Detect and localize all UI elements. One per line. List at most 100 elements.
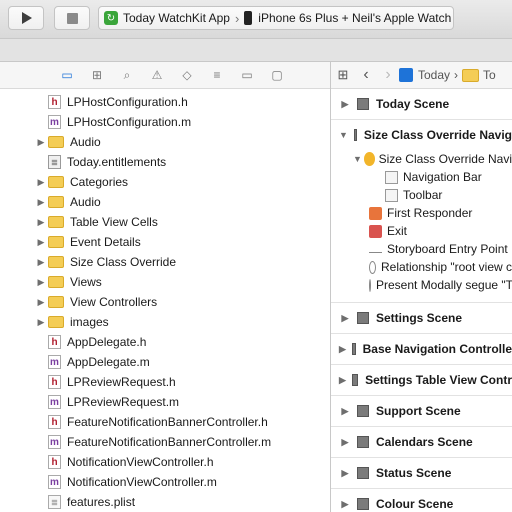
disclosure-triangle-icon[interactable]: ▶	[34, 237, 48, 248]
file-row[interactable]: h LPHostConfiguration.h	[0, 92, 330, 112]
file-row[interactable]: ▶ Views	[0, 272, 330, 292]
file-row[interactable]: ▶ Audio	[0, 132, 330, 152]
file-row[interactable]: h FeatureNotificationBannerController.h	[0, 412, 330, 432]
folder-icon	[48, 196, 64, 208]
scene-row[interactable]: ▶ Support Scene	[331, 396, 512, 427]
disclosure-open-icon[interactable]: ▼	[339, 130, 348, 140]
outline-item[interactable]: Navigation Bar	[331, 168, 512, 186]
file-row[interactable]: m FeatureNotificationBannerController.m	[0, 432, 330, 452]
folder-icon	[48, 236, 64, 248]
disclosure-open-icon[interactable]: ▼	[353, 154, 364, 164]
scene-icon	[357, 98, 369, 110]
file-row[interactable]: m LPHostConfiguration.m	[0, 112, 330, 132]
file-name: Views	[70, 275, 102, 289]
outline-item[interactable]: Exit	[331, 222, 512, 240]
disclosure-triangle-icon[interactable]: ▶	[34, 217, 48, 228]
outline-item-name: Relationship "root view c	[381, 260, 512, 274]
run-button[interactable]	[8, 6, 44, 30]
file-row[interactable]: h AppDelegate.h	[0, 332, 330, 352]
disclosure-triangle-icon[interactable]: ▶	[339, 344, 346, 355]
file-name: LPReviewRequest.h	[67, 375, 176, 389]
disclosure-triangle-icon[interactable]: ▶	[339, 468, 351, 479]
disclosure-triangle-icon[interactable]: ▶	[34, 197, 48, 208]
outline-item-name: Present Modally segue "T	[376, 278, 512, 292]
scene-name: Calendars Scene	[376, 435, 473, 449]
disclosure-triangle-icon[interactable]: ▶	[339, 437, 351, 448]
outline-item-name: Exit	[387, 224, 408, 238]
disclosure-triangle-icon[interactable]: ▶	[34, 137, 48, 148]
file-row[interactable]: ≣ features.plist	[0, 492, 330, 512]
outline-item[interactable]: Toolbar	[331, 186, 512, 204]
scene-row[interactable]: ▶ Calendars Scene	[331, 427, 512, 458]
scene-row[interactable]: ▼ Size Class Override Navig	[331, 120, 512, 150]
file-row[interactable]: ▶ View Controllers	[0, 292, 330, 312]
back-arrow-icon[interactable]: ‹	[355, 66, 377, 84]
breadcrumb-next[interactable]: To	[483, 68, 496, 82]
scheme-selector[interactable]: ↻ Today WatchKit App › iPhone 6s Plus + …	[98, 6, 454, 30]
breadcrumb-project[interactable]: Today	[418, 68, 450, 82]
entitlements-file-icon: ≣	[48, 155, 61, 169]
scene-row[interactable]: ▶ Colour Scene	[331, 489, 512, 512]
file-row[interactable]: ▶ Size Class Override	[0, 252, 330, 272]
scene-row[interactable]: ▶ Status Scene	[331, 458, 512, 489]
scene-name: Status Scene	[376, 466, 452, 480]
outline-item[interactable]: Storyboard Entry Point	[331, 240, 512, 258]
disclosure-triangle-icon[interactable]: ▶	[339, 406, 351, 417]
file-row[interactable]: ≣ Today.entitlements	[0, 152, 330, 172]
file-name: LPHostConfiguration.h	[67, 95, 188, 109]
disclosure-triangle-icon[interactable]: ▶	[34, 257, 48, 268]
file-row[interactable]: h LPReviewRequest.h	[0, 372, 330, 392]
controller-name: Size Class Override Navi	[378, 152, 512, 166]
outline-item[interactable]: First Responder	[331, 204, 512, 222]
scene-row[interactable]: ▶ Settings Table View Contr	[331, 365, 512, 396]
disclosure-triangle-icon[interactable]: ▶	[34, 297, 48, 308]
test-icon[interactable]: ◇	[172, 68, 202, 82]
file-row[interactable]: ▶ Categories	[0, 172, 330, 192]
controller-row[interactable]: ▼ Size Class Override Navi	[331, 150, 512, 168]
scene-row[interactable]: ▶ Base Navigation Controlle	[331, 334, 512, 365]
stop-button[interactable]	[54, 6, 90, 30]
disclosure-triangle-icon[interactable]: ▶	[339, 499, 351, 510]
file-row[interactable]: m LPReviewRequest.m	[0, 392, 330, 412]
folder-icon	[48, 176, 64, 188]
file-row[interactable]: h NotificationViewController.h	[0, 452, 330, 472]
file-row[interactable]: m AppDelegate.m	[0, 352, 330, 372]
breakpoint-icon[interactable]: ▭	[232, 68, 262, 82]
disclosure-triangle-icon[interactable]: ▶	[34, 277, 48, 288]
warning-icon[interactable]: ⚠	[142, 68, 172, 82]
folder-icon[interactable]: ▭	[52, 68, 82, 82]
plist-file-icon: ≣	[48, 495, 61, 509]
run-destination[interactable]: iPhone 6s Plus + Neil's Apple Watch	[258, 11, 451, 25]
file-name: FeatureNotificationBannerController.h	[67, 415, 268, 429]
related-items-icon[interactable]: ⊞	[331, 67, 355, 83]
file-row[interactable]: ▶ images	[0, 312, 330, 332]
outline-item[interactable]: Present Modally segue "T	[331, 276, 512, 294]
file-row[interactable]: ▶ Table View Cells	[0, 212, 330, 232]
scheme-name[interactable]: Today WatchKit App	[123, 11, 230, 25]
disclosure-triangle-icon[interactable]: ▶	[339, 99, 351, 110]
header-file-icon: h	[48, 95, 61, 109]
scene-row[interactable]: ▶ Today Scene	[331, 89, 512, 120]
folder-icon	[48, 256, 64, 268]
objc-file-icon: m	[48, 435, 61, 449]
disclosure-triangle-icon[interactable]: ▶	[339, 375, 346, 386]
outline-item[interactable]: Relationship "root view c	[331, 258, 512, 276]
file-name: features.plist	[67, 495, 136, 509]
file-row[interactable]: m NotificationViewController.m	[0, 472, 330, 492]
hierarchy-icon[interactable]: ⊞	[82, 68, 112, 82]
file-row[interactable]: ▶ Audio	[0, 192, 330, 212]
disclosure-triangle-icon[interactable]: ▶	[34, 317, 48, 328]
scene-icon	[351, 343, 356, 355]
report-icon[interactable]: ▢	[262, 68, 292, 82]
debug-icon[interactable]: ≡	[202, 68, 232, 82]
disclosure-triangle-icon[interactable]: ▶	[339, 313, 351, 324]
disclosure-triangle-icon[interactable]: ▶	[34, 177, 48, 188]
scene-icon	[357, 312, 369, 324]
scene-name: Support Scene	[376, 404, 461, 418]
file-name: images	[70, 315, 109, 329]
entry-arrow-icon	[369, 246, 382, 253]
forward-arrow-icon[interactable]: ›	[377, 66, 399, 84]
file-row[interactable]: ▶ Event Details	[0, 232, 330, 252]
scene-row[interactable]: ▶ Settings Scene	[331, 303, 512, 334]
search-icon[interactable]: ⌕	[112, 68, 142, 83]
